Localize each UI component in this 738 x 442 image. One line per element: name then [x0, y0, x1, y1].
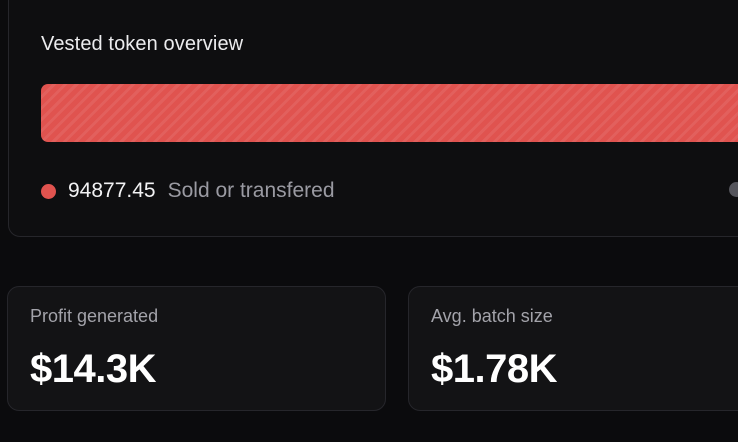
- stat-label: Avg. batch size: [431, 306, 553, 326]
- vested-token-bar-segment-sold[interactable]: [41, 84, 738, 142]
- legend-dot-secondary: [729, 182, 738, 197]
- legend-value-sold: 94877.45: [68, 179, 156, 202]
- stat-label: Profit generated: [30, 306, 159, 326]
- legend-item-sold: 94877.45 Sold or transfered: [41, 179, 335, 203]
- legend-label-sold: Sold or transfered: [167, 179, 335, 202]
- stat-card-avg-batch-size: Avg. batch size $1.78K: [408, 286, 738, 411]
- stat-value: $14.3K: [30, 347, 156, 391]
- overview-title: Vested token overview: [41, 33, 244, 55]
- stat-card-profit-generated: Profit generated $14.3K: [7, 286, 386, 411]
- page: Vested token overview 94877.45 Sold or t…: [0, 0, 738, 442]
- stat-value: $1.78K: [431, 347, 557, 391]
- vested-token-overview-card: Vested token overview 94877.45 Sold or t…: [8, 0, 738, 237]
- legend-dot-sold: [41, 183, 56, 199]
